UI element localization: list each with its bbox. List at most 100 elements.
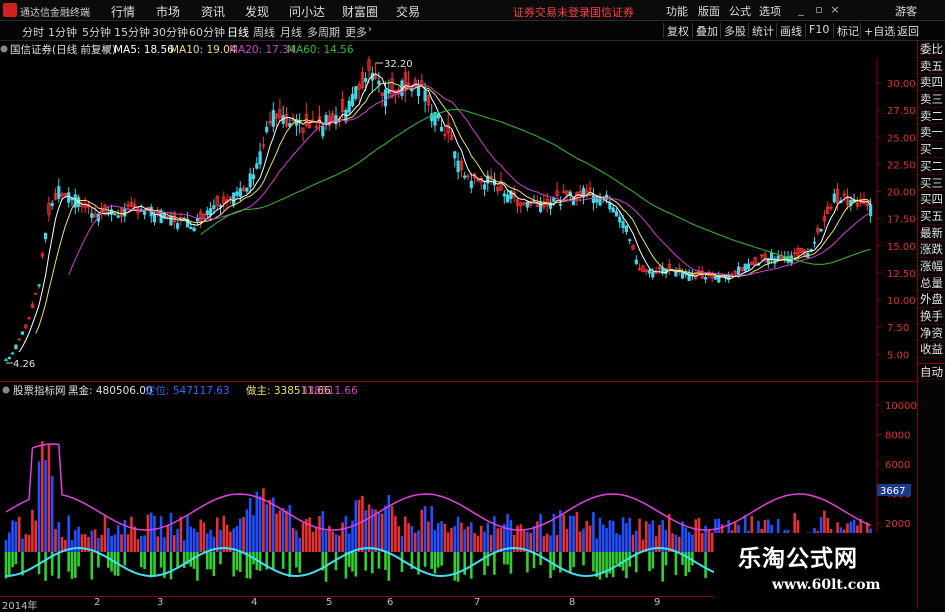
menu-item-market[interactable]: 市场 — [156, 3, 180, 20]
toolbar-button-f10[interactable]: F10 — [805, 23, 829, 38]
panel-auto-button[interactable]: 自动 — [918, 363, 945, 380]
guest-label[interactable]: 游客 — [895, 3, 917, 19]
panel-item-bid2[interactable]: 买二 — [918, 158, 945, 175]
panel-item-bid4[interactable]: 买四 — [918, 191, 945, 208]
indicator-bar — [169, 552, 173, 580]
more-arrow-icon[interactable]: › — [368, 24, 372, 35]
toolbar-button-stats[interactable]: 统计 — [748, 23, 774, 38]
volume-bar — [288, 505, 292, 552]
date-tick: 7 — [474, 597, 481, 608]
toolbar-button-draw[interactable]: 画线 — [776, 23, 802, 38]
volume-bar — [602, 524, 605, 552]
period-tab[interactable]: 30分钟 — [152, 24, 188, 40]
close-icon[interactable]: × — [829, 3, 841, 16]
panel-item-volume[interactable]: 总量 — [918, 275, 945, 292]
period-tab[interactable]: 5分钟 — [82, 24, 111, 40]
period-tab[interactable]: 月线 — [280, 24, 302, 40]
candle-body — [430, 113, 434, 122]
volume-bar — [107, 527, 110, 552]
panel-item-ask2[interactable]: 卖二 — [918, 108, 945, 125]
menu-item-formula[interactable]: 公式 — [729, 3, 751, 19]
indicator-bar — [437, 552, 440, 568]
candle-body — [651, 271, 655, 278]
panel-item-ask4[interactable]: 卖四 — [918, 74, 945, 92]
candle-body — [812, 241, 817, 244]
volume-bar — [314, 527, 318, 552]
panel-item-change-pct[interactable]: 涨幅 — [918, 258, 945, 275]
panel-item-change[interactable]: 涨跌 — [918, 241, 945, 258]
menu-item-trade[interactable]: 交易 — [396, 3, 420, 20]
menu-item-quotes[interactable]: 行情 — [111, 3, 135, 20]
panel-item-turnover[interactable]: 换手 — [918, 308, 945, 325]
indicator-settings-icon[interactable] — [2, 386, 10, 394]
toolbar-button-add-watchlist[interactable]: +自选 — [860, 23, 895, 38]
volume-bar — [562, 514, 565, 552]
panel-item-bid3[interactable]: 买三 — [918, 175, 945, 192]
indicator-bar — [354, 552, 358, 577]
candle-body — [819, 229, 823, 232]
indicator-bar — [506, 552, 509, 565]
minimize-icon[interactable]: _ — [795, 3, 807, 16]
toolbar-button-overlay[interactable]: 叠加 — [692, 23, 718, 38]
panel-item-latest[interactable]: 最新 — [918, 225, 945, 242]
panel-item-ask1[interactable]: 卖一 — [918, 124, 945, 142]
panel-item-net-asset[interactable]: 净资 — [918, 325, 945, 342]
menu-item-options[interactable]: 选项 — [759, 3, 781, 19]
toolbar-button-back[interactable]: 返回 — [893, 23, 919, 38]
price-tick-label: 20.00 — [887, 188, 916, 199]
volume-bar — [163, 537, 166, 552]
period-tab-more[interactable]: 更多 — [345, 24, 367, 40]
volume-bar — [578, 531, 582, 552]
panel-item-bid5[interactable]: 买五 — [918, 208, 945, 225]
volume-bar — [90, 530, 94, 552]
indicator-bar — [70, 552, 74, 579]
kline-chart[interactable]: 国信证券(日线 前复权) MA5: 18.56 MA10: 19.04 MA20… — [0, 41, 917, 381]
period-tab[interactable]: 分时 — [22, 24, 44, 40]
volume-bar — [202, 522, 206, 552]
volume-bar — [324, 530, 328, 552]
panel-item-outer[interactable]: 外盘 — [918, 291, 945, 308]
volume-bar — [334, 534, 338, 552]
menu-item-news[interactable]: 资讯 — [201, 3, 225, 20]
panel-item-ask5[interactable]: 卖五 — [918, 58, 945, 75]
volume-bar — [430, 506, 433, 552]
period-tab-active[interactable]: 日线 — [227, 24, 249, 40]
candle-body — [598, 198, 602, 206]
period-tab[interactable]: 周线 — [253, 24, 275, 40]
menu-item-wealth[interactable]: 财富圈 — [342, 3, 378, 20]
candle-body — [192, 227, 196, 232]
candle-body — [614, 211, 619, 217]
volume-bar — [110, 535, 113, 552]
menu-item-ask[interactable]: 问小达 — [289, 3, 325, 20]
menu-item-layout[interactable]: 版面 — [698, 3, 720, 19]
login-status[interactable]: 证券交易未登录 — [513, 4, 590, 20]
candle-body — [628, 239, 632, 242]
indicator-bar — [140, 552, 143, 568]
panel-item-ask3[interactable]: 卖三 — [918, 91, 945, 108]
menu-item-discover[interactable]: 发现 — [245, 3, 269, 20]
panel-item-bid-ratio[interactable]: 委比 — [918, 41, 945, 58]
indicator-bar — [704, 552, 707, 579]
panel-item-earnings[interactable]: 收益 — [918, 341, 945, 359]
toolbar-button-multi[interactable]: 多股 — [720, 23, 746, 38]
toolbar-button-mark[interactable]: 标记 — [833, 23, 859, 38]
volume-bar — [47, 443, 51, 552]
volume-bar — [34, 520, 37, 552]
period-tab[interactable]: 15分钟 — [114, 24, 150, 40]
ma-settings-icon[interactable] — [103, 45, 111, 53]
toolbar-button-restore-rights[interactable]: 复权 — [663, 23, 689, 38]
chart-settings-icon[interactable] — [0, 45, 8, 53]
volume-bar — [245, 509, 249, 552]
panel-item-bid1[interactable]: 买一 — [918, 141, 945, 158]
indicator-bar — [526, 552, 529, 573]
period-tab[interactable]: 多周期 — [307, 24, 340, 40]
volume-bar — [252, 515, 255, 552]
period-tab[interactable]: 1分钟 — [48, 24, 77, 40]
price-tick-label: 7.50 — [887, 323, 909, 334]
candle-body — [248, 173, 252, 188]
period-tab[interactable]: 60分钟 — [189, 24, 225, 40]
menu-item-function[interactable]: 功能 — [666, 3, 688, 19]
volume-bar — [443, 523, 447, 552]
volume-bar — [209, 529, 212, 552]
restore-icon[interactable]: ▫ — [813, 3, 825, 16]
